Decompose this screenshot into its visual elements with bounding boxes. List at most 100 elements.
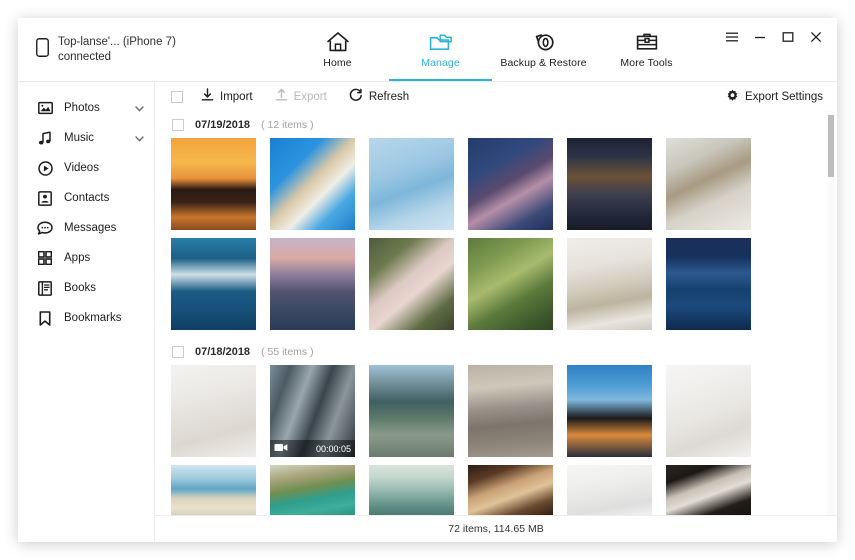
refresh-icon [349, 88, 363, 105]
menu-button[interactable] [725, 29, 740, 44]
sidebar-item-contacts-label: Contacts [64, 192, 110, 204]
sidebar-item-bookmarks-label: Bookmarks [64, 312, 122, 324]
device-text: Top-lanse'... (iPhone 7) connected [58, 35, 176, 65]
main-panel: Import Export Refresh Export Settings 07… [155, 82, 837, 542]
date-group-count: ( 12 items ) [261, 118, 314, 131]
contacts-icon [37, 190, 53, 206]
video-camera-icon [274, 443, 288, 454]
photo-dusk-mountain[interactable] [270, 238, 355, 330]
photo-living-room[interactable] [171, 365, 256, 457]
vertical-scrollbar[interactable] [827, 111, 835, 515]
device-name: Top-lanse'... (iPhone 7) [58, 35, 176, 48]
photo-cat[interactable] [666, 465, 751, 515]
sidebar-item-apps[interactable]: Apps [18, 243, 154, 273]
thumbnail-row [171, 138, 821, 230]
sidebar: Photos Music Videos Contacts Messages Ap… [18, 82, 155, 542]
tab-manage-label: Manage [421, 56, 460, 69]
photo-flower[interactable] [369, 238, 454, 330]
date-group-checkbox[interactable] [172, 345, 184, 358]
export-settings-button[interactable]: Export Settings [726, 89, 823, 105]
books-icon [37, 280, 53, 296]
photo-sunset-sea[interactable] [369, 465, 454, 515]
photo-lantern-alley[interactable] [567, 138, 652, 230]
photo-deer[interactable] [666, 138, 751, 230]
export-label: Export [293, 90, 327, 103]
status-summary: 72 items, 114.65 MB [448, 523, 544, 535]
date-group-count: ( 55 items ) [261, 345, 314, 358]
photo-poolside-hat[interactable] [270, 138, 355, 230]
sidebar-item-bookmarks[interactable]: Bookmarks [18, 303, 154, 333]
photo-rice-terrace[interactable] [468, 238, 553, 330]
video-city-building[interactable]: 00:00:05 [270, 365, 355, 457]
photo-sunset-beach[interactable] [171, 138, 256, 230]
sidebar-item-messages[interactable]: Messages [18, 213, 154, 243]
photo-white-shirt[interactable] [666, 365, 751, 457]
date-group-header[interactable]: 07/19/2018 ( 12 items ) [171, 111, 821, 138]
minimize-button[interactable] [753, 29, 768, 44]
content-scroll-area: 07/19/2018 ( 12 items ) 07/18/2018 (55 … [155, 111, 837, 515]
import-button[interactable]: Import [201, 88, 253, 105]
export-button[interactable]: Export [275, 88, 327, 105]
bookmarks-icon [37, 310, 53, 326]
maximize-button[interactable] [781, 29, 796, 44]
tab-backup-restore[interactable]: Backup & Restore [492, 18, 595, 81]
import-label: Import [220, 90, 253, 103]
main-nav: Home Manage Backup & Restore More Tools [278, 18, 725, 81]
toolbox-icon [635, 31, 659, 53]
restore-icon [532, 31, 556, 53]
close-button[interactable] [808, 29, 823, 44]
chevron-down-icon[interactable] [135, 99, 144, 117]
photo-coast-sitting[interactable] [369, 365, 454, 457]
tab-more-tools-label: More Tools [620, 56, 673, 69]
photo-washing-hands[interactable] [567, 238, 652, 330]
photo-jumping[interactable] [567, 365, 652, 457]
sidebar-item-music-label: Music [64, 132, 95, 144]
gear-icon [726, 89, 739, 105]
music-icon [37, 130, 53, 146]
status-bar: 72 items, 114.65 MB [155, 515, 837, 542]
export-settings-label: Export Settings [745, 90, 823, 103]
tab-home-label: Home [323, 56, 352, 69]
refresh-label: Refresh [368, 90, 410, 103]
tab-manage[interactable]: Manage [389, 18, 492, 81]
photo-grid: 07/19/2018 ( 12 items ) 07/18/2018 (55 … [155, 111, 827, 515]
date-group-label: 07/19/2018 [195, 118, 251, 131]
device-status: connected [58, 50, 112, 63]
photo-ocean-waves[interactable] [666, 238, 751, 330]
photo-beluga-whale[interactable] [171, 238, 256, 330]
sidebar-item-videos-label: Videos [64, 162, 99, 174]
app-window: Top-lanse'... (iPhone 7) connected Home [18, 18, 837, 542]
photo-st-peters[interactable] [468, 365, 553, 457]
photos-icon [37, 101, 53, 115]
tab-home[interactable]: Home [286, 18, 389, 81]
folder-icon [428, 31, 454, 53]
window-controls [725, 18, 837, 81]
sidebar-item-apps-label: Apps [64, 252, 91, 264]
refresh-button[interactable]: Refresh [349, 88, 409, 105]
tab-more-tools[interactable]: More Tools [595, 18, 698, 81]
sidebar-item-books-label: Books [64, 282, 96, 294]
sidebar-item-messages-label: Messages [64, 222, 117, 234]
thumbnail-row: 00:00:05 [171, 365, 821, 457]
scrollbar-thumb[interactable] [828, 115, 834, 177]
tab-backup-restore-label: Backup & Restore [500, 56, 587, 69]
photo-pendant-lamp[interactable] [567, 465, 652, 515]
sidebar-item-music[interactable]: Music [18, 123, 154, 153]
photo-limestone-bay[interactable] [270, 465, 355, 515]
export-icon [275, 88, 288, 105]
device-info[interactable]: Top-lanse'... (iPhone 7) connected [18, 18, 278, 81]
date-group-checkbox[interactable] [172, 118, 184, 131]
sidebar-item-videos[interactable]: Videos [18, 153, 154, 183]
chevron-down-icon[interactable] [135, 129, 144, 147]
home-icon [326, 31, 350, 53]
sidebar-item-photos[interactable]: Photos [18, 93, 154, 123]
photo-beach-crowd[interactable] [171, 465, 256, 515]
select-all-checkbox[interactable] [171, 90, 183, 103]
messages-icon [37, 221, 53, 235]
sidebar-item-books[interactable]: Books [18, 273, 154, 303]
date-group-header[interactable]: 07/18/2018 ( 55 items ) [171, 338, 821, 365]
sidebar-item-contacts[interactable]: Contacts [18, 183, 154, 213]
photo-family[interactable] [468, 465, 553, 515]
photo-cherry-blossom[interactable] [468, 138, 553, 230]
photo-pool-swimmer[interactable] [369, 138, 454, 230]
